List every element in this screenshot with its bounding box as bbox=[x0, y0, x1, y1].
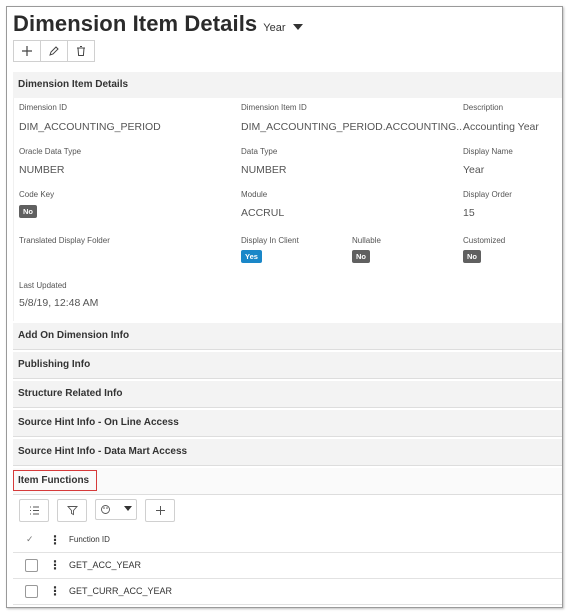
page-header: Dimension Item Details Year bbox=[13, 11, 303, 37]
display-in-client-badge: Yes bbox=[241, 250, 262, 263]
section-publishing-info[interactable]: Publishing Info bbox=[13, 352, 562, 379]
data-type-value: NUMBER bbox=[241, 164, 287, 176]
dimension-id-value: DIM_ACCOUNTING_PERIOD bbox=[19, 121, 161, 133]
module-label: Module bbox=[241, 190, 268, 199]
last-updated-label: Last Updated bbox=[19, 281, 67, 290]
year-selector-value: Year bbox=[263, 22, 286, 34]
delete-icon bbox=[77, 46, 85, 56]
add-button[interactable] bbox=[13, 40, 41, 62]
add-icon bbox=[155, 506, 165, 515]
display-in-client-label: Display In Client bbox=[241, 236, 299, 245]
section-source-hint-data-mart[interactable]: Source Hint Info - Data Mart Access bbox=[13, 439, 562, 466]
dimension-item-id-label: Dimension Item ID bbox=[241, 103, 307, 112]
more-vertical-icon[interactable]: ⋮ bbox=[49, 584, 61, 598]
last-updated-value: 5/8/19, 12:48 AM bbox=[19, 297, 99, 309]
check-all-icon[interactable]: ✓ bbox=[26, 534, 34, 545]
oracle-data-type-label: Oracle Data Type bbox=[19, 147, 82, 156]
palette-icon bbox=[101, 505, 110, 514]
code-key-label: Code Key bbox=[19, 190, 55, 199]
item-functions-grid: ✓ ⋮ Function ID ⋮ GET_ACC_YEAR ⋮ GET_CUR… bbox=[13, 530, 562, 605]
section-title: Dimension Item Details bbox=[18, 79, 129, 90]
display-order-label: Display Order bbox=[463, 190, 512, 199]
oracle-data-type-value: NUMBER bbox=[19, 164, 65, 176]
grid-toolbar bbox=[19, 499, 183, 522]
section-structure-related-info[interactable]: Structure Related Info bbox=[13, 381, 562, 408]
function-id-cell: GET_ACC_YEAR bbox=[69, 560, 142, 570]
nullable-label: Nullable bbox=[352, 236, 381, 245]
chevron-down-icon bbox=[124, 506, 132, 511]
add-row-button[interactable] bbox=[145, 499, 175, 522]
year-selector[interactable]: Year bbox=[263, 22, 303, 34]
grid-header-row: ✓ ⋮ Function ID bbox=[13, 530, 562, 553]
list-icon bbox=[29, 506, 39, 515]
nullable-badge: No bbox=[352, 250, 370, 263]
column-header-function-id[interactable]: Function ID bbox=[69, 535, 110, 544]
display-order-value: 15 bbox=[463, 207, 475, 219]
dimension-id-label: Dimension ID bbox=[19, 103, 68, 112]
section-title: Publishing Info bbox=[18, 359, 91, 370]
filter-button[interactable] bbox=[57, 499, 87, 522]
record-toolbar bbox=[13, 40, 95, 62]
translated-display-folder-label: Translated Display Folder bbox=[19, 236, 110, 245]
dimension-item-id-value: DIM_ACCOUNTING_PERIOD.ACCOUNTING... bbox=[241, 121, 466, 133]
section-dimension-item-details[interactable]: Dimension Item Details bbox=[13, 72, 562, 99]
add-icon bbox=[22, 46, 32, 56]
display-name-label: Display Name bbox=[463, 147, 513, 156]
section-source-hint-online[interactable]: Source Hint Info - On Line Access bbox=[13, 410, 562, 437]
section-title: Source Hint Info - On Line Access bbox=[18, 417, 179, 428]
edit-icon bbox=[49, 46, 59, 56]
edit-button[interactable] bbox=[40, 40, 68, 62]
table-row[interactable]: ⋮ GET_CURR_ACC_YEAR bbox=[13, 579, 562, 605]
section-title: Add On Dimension Info bbox=[18, 330, 130, 341]
filter-icon bbox=[66, 506, 78, 516]
actions-dropdown-button[interactable] bbox=[95, 499, 137, 520]
section-title: Structure Related Info bbox=[18, 388, 123, 399]
customized-label: Customized bbox=[463, 236, 506, 245]
delete-button[interactable] bbox=[67, 40, 95, 62]
description-value: Accounting Year bbox=[463, 121, 539, 133]
row-checkbox[interactable] bbox=[25, 585, 38, 598]
data-type-label: Data Type bbox=[241, 147, 278, 156]
description-label: Description bbox=[463, 103, 504, 112]
row-checkbox[interactable] bbox=[25, 559, 38, 572]
chevron-down-icon bbox=[292, 24, 303, 30]
more-vertical-icon[interactable]: ⋮ bbox=[49, 533, 61, 547]
code-key-badge: No bbox=[19, 205, 37, 218]
customized-badge: No bbox=[463, 250, 481, 263]
table-row[interactable]: ⋮ GET_ACC_YEAR bbox=[13, 553, 562, 579]
page-title: Dimension Item Details bbox=[13, 11, 258, 36]
function-id-cell: GET_CURR_ACC_YEAR bbox=[69, 586, 173, 596]
app-window: Dimension Item Details Year Dimension It… bbox=[6, 6, 563, 608]
item-functions-highlight bbox=[13, 470, 97, 491]
list-options-button[interactable] bbox=[19, 499, 49, 522]
display-name-value: Year bbox=[463, 164, 485, 176]
section-title: Source Hint Info - Data Mart Access bbox=[18, 446, 188, 457]
details-panel: Dimension ID DIM_ACCOUNTING_PERIOD Dimen… bbox=[13, 98, 562, 321]
module-value: ACCRUL bbox=[241, 207, 285, 219]
more-vertical-icon[interactable]: ⋮ bbox=[49, 558, 61, 572]
section-add-on-dimension-info[interactable]: Add On Dimension Info bbox=[13, 323, 562, 350]
